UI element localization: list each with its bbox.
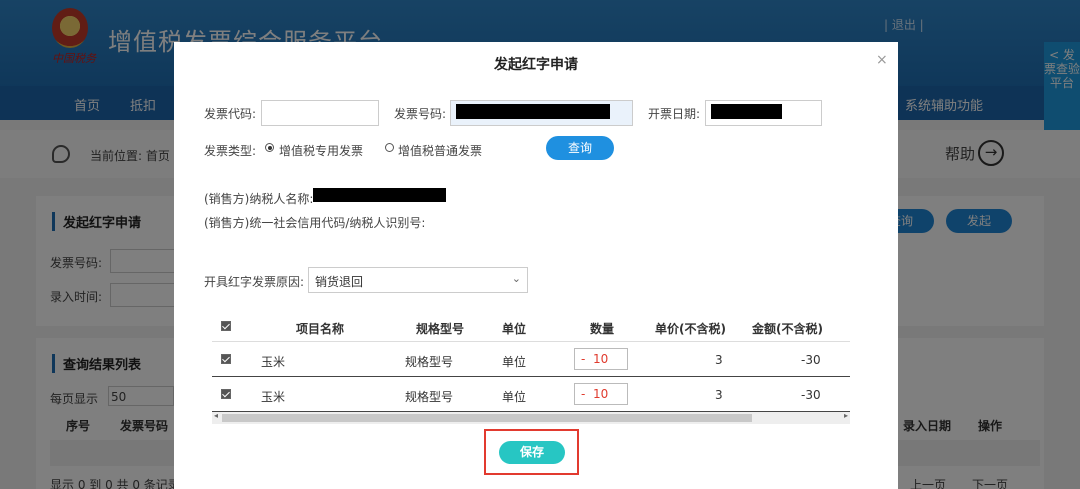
- invoice-code-label: 发票代码:: [204, 107, 257, 121]
- save-button[interactable]: 保存: [499, 441, 565, 464]
- invoice-type-label: 发票类型:: [204, 144, 257, 158]
- header-unit-price: 单价(不含税): [655, 322, 726, 336]
- seller-id-label: (销售方)统一社会信用代码/纳税人识别号:: [204, 216, 426, 230]
- invoice-number-label: 发票号码:: [394, 107, 447, 121]
- scroll-right-icon[interactable]: ▸: [844, 411, 848, 420]
- cell-amount: -30: [801, 388, 821, 402]
- radio-general-invoice-label: 增值税普通发票: [398, 144, 483, 158]
- header-spec: 规格型号: [416, 322, 465, 336]
- header-qty: 数量: [590, 322, 615, 336]
- cell-amount: -30: [801, 353, 821, 367]
- qty-value: - 10: [581, 352, 609, 366]
- radio-general-invoice[interactable]: [385, 143, 394, 152]
- header-item-name: 项目名称: [296, 322, 345, 336]
- reason-select[interactable]: 销货退回 ⌄: [308, 267, 528, 293]
- seller-name-label: (销售方)纳税人名称:: [204, 192, 314, 206]
- cell-spec: 规格型号: [405, 390, 454, 404]
- cell-unit: 单位: [502, 390, 527, 404]
- cell-spec: 规格型号: [405, 355, 454, 369]
- qty-input[interactable]: - 10: [574, 383, 628, 405]
- reason-select-value: 销货退回: [315, 275, 364, 289]
- chevron-down-icon: ⌄: [511, 272, 521, 285]
- scroll-thumb[interactable]: [222, 414, 752, 422]
- qty-value: - 10: [581, 387, 609, 401]
- query-button[interactable]: 查询: [546, 136, 614, 160]
- table-header-row: 项目名称 规格型号 单位 数量 单价(不含税) 金额(不含税): [212, 312, 850, 342]
- invoice-code-input[interactable]: [261, 100, 379, 126]
- cell-item-name: 玉米: [261, 390, 286, 404]
- scroll-left-icon[interactable]: ◂: [214, 411, 218, 420]
- header-unit: 单位: [502, 322, 527, 336]
- table-horizontal-scrollbar[interactable]: ◂ ▸: [212, 411, 850, 424]
- cell-item-name: 玉米: [261, 355, 286, 369]
- table-row: 玉米 规格型号 单位 - 10 3 -30: [212, 377, 850, 412]
- radio-special-invoice-label: 增值税专用发票: [279, 144, 364, 158]
- reason-label: 开具红字发票原因:: [204, 275, 305, 289]
- cell-unit-price: 3: [715, 353, 723, 367]
- table-row: 玉米 规格型号 单位 - 10 3 -30: [212, 342, 850, 377]
- redacted-seller-name: [313, 188, 446, 202]
- cell-unit-price: 3: [715, 388, 723, 402]
- cell-unit: 单位: [502, 355, 527, 369]
- select-all-checkbox[interactable]: [221, 321, 231, 331]
- red-invoice-dialog: 发起红字申请 × 发票代码: 发票号码: 开票日期: 发票类型: 增值税专用发票…: [174, 42, 898, 489]
- redacted-invoice-date: [711, 104, 782, 119]
- redacted-invoice-number: [456, 104, 610, 119]
- close-icon[interactable]: ×: [876, 52, 888, 68]
- row-checkbox[interactable]: [221, 389, 231, 399]
- dialog-title: 发起红字申请: [494, 57, 578, 73]
- invoice-items-table: 项目名称 规格型号 单位 数量 单价(不含税) 金额(不含税) 玉米 规格型号 …: [212, 312, 850, 424]
- row-checkbox[interactable]: [221, 354, 231, 364]
- header-amount: 金额(不含税): [752, 322, 823, 336]
- qty-input[interactable]: - 10: [574, 348, 628, 370]
- invoice-date-label: 开票日期:: [648, 107, 701, 121]
- radio-special-invoice[interactable]: [265, 143, 274, 152]
